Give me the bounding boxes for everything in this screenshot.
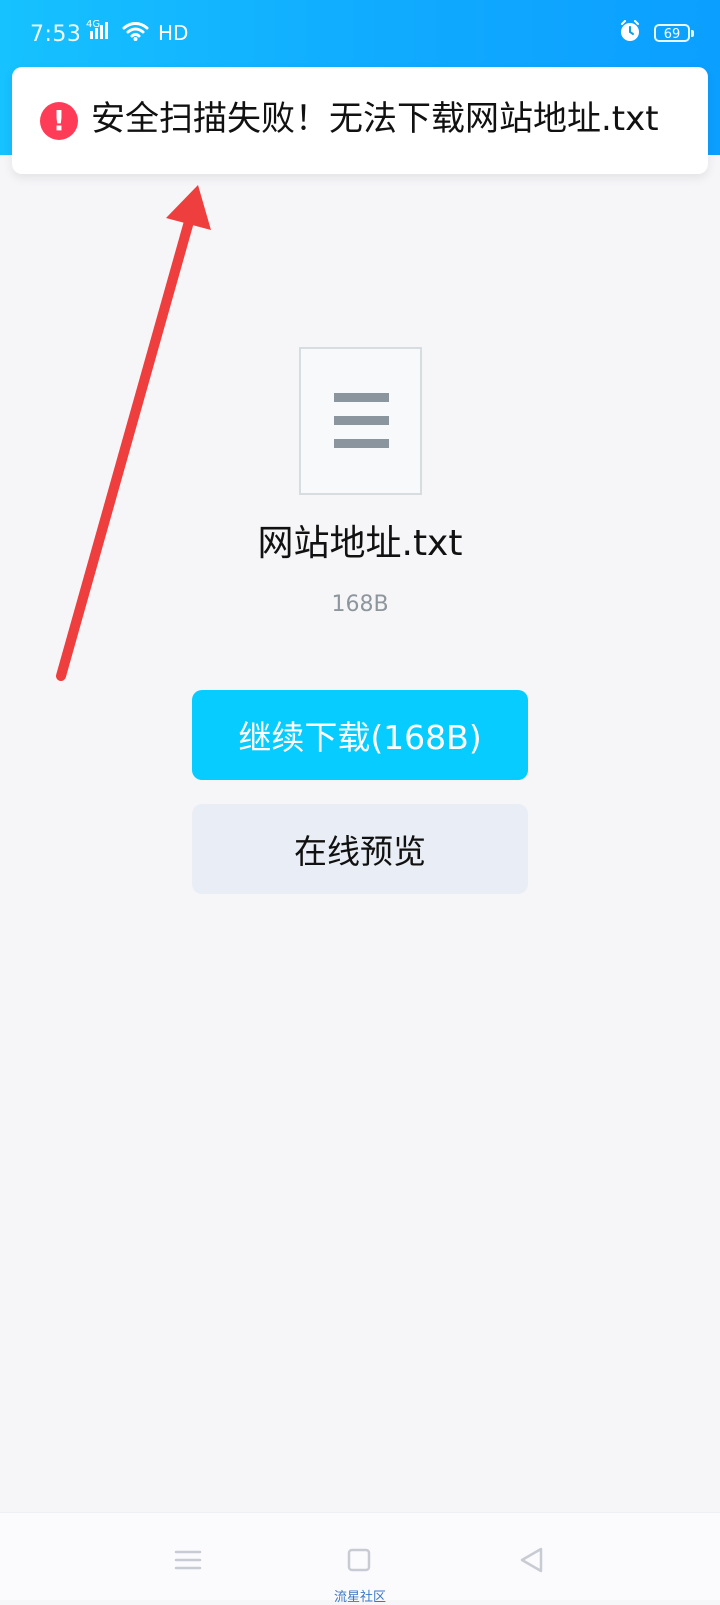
wifi-icon [121, 20, 150, 46]
back-icon[interactable] [514, 1543, 548, 1577]
menu-icon[interactable] [171, 1543, 205, 1577]
hd-label: HD [158, 21, 189, 45]
system-navigation-bar: 流星社区 [0, 1512, 720, 1605]
text-file-icon [334, 393, 389, 462]
file-preview-icon [299, 347, 422, 495]
error-icon: ! [40, 102, 78, 140]
status-right-icons: 69 [618, 19, 694, 47]
status-time: 7:53 [30, 22, 82, 47]
home-icon[interactable] [342, 1543, 376, 1577]
file-size: 168B [331, 592, 389, 617]
continue-download-button[interactable]: 继续下载(168B) [192, 690, 528, 780]
security-scan-error-toast: ! 安全扫描失败！无法下载网站地址.txt [12, 67, 708, 174]
bottom-watermark-label: 流星社区 [333, 1590, 386, 1605]
battery-level: 69 [663, 27, 681, 42]
network-label: 4G [86, 19, 101, 30]
file-name: 网站地址.txt [257, 523, 463, 564]
toast-message: 安全扫描失败！无法下载网站地址.txt [91, 99, 659, 139]
battery-indicator: 69 [654, 24, 694, 42]
online-preview-button[interactable]: 在线预览 [192, 804, 528, 894]
alarm-icon [618, 19, 642, 47]
status-left-icons: 4G HD [86, 19, 189, 46]
